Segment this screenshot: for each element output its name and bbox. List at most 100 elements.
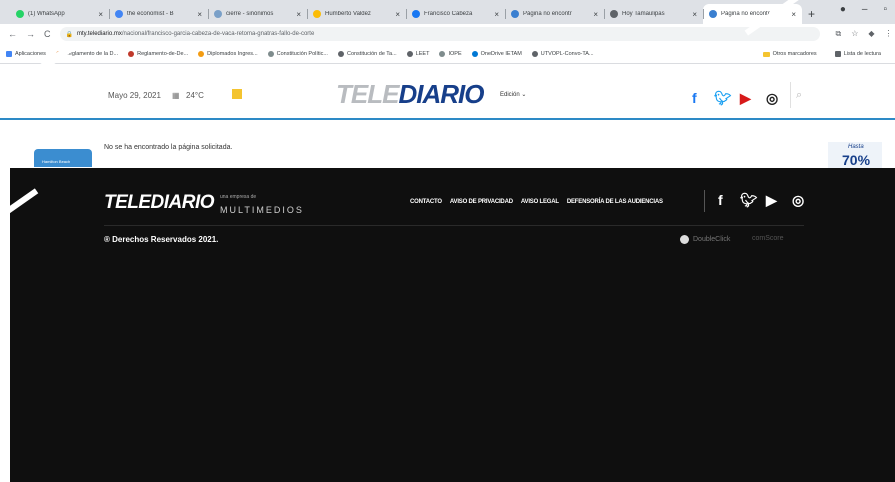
footer-link-legal[interactable]: AVISO LEGAL [521, 199, 559, 205]
close-icon[interactable]: × [395, 10, 400, 19]
calendar-icon: ▦ [172, 91, 180, 100]
bookmark-label: Constitución Polític... [276, 50, 328, 57]
share-icon[interactable]: ⧉ [836, 29, 842, 39]
url-host: mty.telediario.mx [76, 31, 122, 37]
page-content: Hamilton Beach No se ha encontrado la pá… [0, 122, 895, 168]
lock-icon: 🔒 [65, 31, 73, 38]
maximize-button[interactable]: ▫ [883, 4, 887, 15]
close-icon[interactable]: × [197, 10, 202, 19]
tab[interactable]: Francisco Cabeza × [406, 4, 505, 24]
tab-title: Francisco Cabeza [424, 11, 473, 17]
close-icon[interactable]: × [791, 10, 796, 19]
tab[interactable]: Hoy Tamaulipas × [604, 4, 703, 24]
header-divider [790, 82, 791, 108]
facebook-icon[interactable]: f [692, 90, 697, 106]
maps-pin-icon [313, 10, 321, 18]
new-tab-button[interactable]: + [808, 4, 815, 24]
profile-icon[interactable]: ● [840, 4, 846, 15]
chevron-down-icon: ⌄ [521, 92, 527, 98]
bookmark[interactable]: Constitución Polític... [267, 50, 328, 57]
google-icon [115, 10, 123, 18]
footer-tagline: una empresa de [220, 194, 257, 200]
site-footer: TELEDIARIO una empresa de MULTIMEDIOS CO… [10, 168, 895, 482]
close-icon[interactable]: × [98, 10, 103, 19]
instagram-icon[interactable]: ◎ [792, 192, 804, 209]
tab[interactable]: the economist - B × [109, 4, 208, 24]
bookmark[interactable]: IOPE [439, 50, 462, 57]
footer-link-privacidad[interactable]: AVISO DE PRIVACIDAD [450, 199, 513, 205]
toolbar-icons: ⧉ ☆ ◆ ⋮ [836, 29, 893, 39]
bookmark[interactable]: LEET [406, 50, 429, 57]
globe-icon [531, 50, 538, 57]
footer-copyright: ® Derechos Reservados 2021. [104, 235, 219, 244]
reading-list[interactable]: Lista de lectura [834, 51, 881, 57]
close-icon[interactable]: × [296, 10, 301, 19]
tab-title: (1) WhatsApp [28, 11, 65, 17]
not-found-message: No se ha encontrado la página solicitada… [104, 144, 233, 151]
minimize-button[interactable]: – [862, 4, 868, 15]
tab-title: cierre - sinónimos [226, 11, 274, 17]
globe-icon [337, 50, 344, 57]
bookmark-label: UTVOPL-Convo-TA... [540, 50, 594, 57]
tab[interactable]: Página no encontr × [505, 4, 604, 24]
ad-right-hasta: Hasta [848, 144, 864, 150]
bookmark[interactable]: Constitución de Ta... [337, 50, 397, 57]
facebook-icon [412, 10, 420, 18]
star-icon[interactable]: ☆ [851, 29, 858, 39]
bookmark-apps[interactable]: Aplicaciones [6, 50, 46, 57]
bookmark[interactable]: UTVOPL-Convo-TA... [531, 50, 594, 57]
twitter-icon[interactable]: 🐦︎ [714, 90, 732, 107]
extension-icon[interactable]: ◆ [868, 29, 874, 39]
reload-button[interactable]: C [44, 29, 51, 39]
address-bar[interactable]: 🔒 mty.telediario.mx /nacional/francisco-… [59, 27, 820, 41]
tab[interactable]: cierre - sinónimos × [208, 4, 307, 24]
doubleclick-icon [680, 235, 689, 244]
loading-icon [709, 10, 717, 18]
browser-window: (1) WhatsApp × the economist - B × cierre … [0, 0, 895, 482]
bookmark-label: Diplomados Ingres... [207, 50, 258, 57]
site-icon [511, 10, 519, 18]
comscore-badge[interactable]: comScore [752, 235, 784, 242]
ad-banner-right[interactable]: Hasta 70% [828, 142, 882, 168]
tab[interactable]: Humberto Valdez × [307, 4, 406, 24]
footer-logo[interactable]: TELEDIARIO [104, 192, 215, 214]
other-bookmarks[interactable]: Otros marcadores [762, 51, 817, 57]
forward-button[interactable]: → [26, 29, 35, 39]
footer-link-contacto[interactable]: CONTACTO [410, 199, 442, 205]
window-controls: ● – ▫ [840, 4, 887, 15]
reading-list-icon [834, 51, 841, 57]
ad-left-text: Hamilton Beach [42, 159, 71, 164]
header-date: Mayo 29, 2021 [108, 91, 161, 100]
bookmark-label: Otros marcadores [772, 51, 817, 57]
search-icon[interactable]: ⌕ [796, 89, 802, 102]
footer-link-defensoria[interactable]: DEFENSORÍA DE LAS AUDIENCIAS [567, 199, 663, 205]
ad-banner-left[interactable]: Hamilton Beach [34, 149, 92, 167]
youtube-icon[interactable]: ▶ [766, 192, 777, 209]
bookmark-label: OneDrive IETAM [480, 50, 522, 57]
close-icon[interactable]: × [593, 10, 598, 19]
url-path: /nacional/francisco-garcia-cabeza-de-vac… [121, 31, 315, 37]
bookmark[interactable]: Reglamento-de-De... [128, 50, 188, 57]
globe-icon [406, 50, 413, 57]
tab[interactable]: (1) WhatsApp × [10, 4, 109, 24]
site-logo[interactable]: TELE D IARIO [336, 79, 484, 110]
bookmark[interactable]: OneDrive IETAM [471, 50, 522, 57]
footer-multimedios[interactable]: MULTIMEDIOS [220, 205, 304, 215]
close-icon[interactable]: × [692, 10, 697, 19]
close-icon[interactable]: × [494, 10, 499, 19]
menu-icon[interactable]: ⋮ [885, 29, 893, 39]
instagram-icon[interactable]: ◎ [766, 90, 778, 107]
bookmark-label: Constitución de Ta... [346, 50, 397, 57]
site-header: Mayo 29, 2021 ▦ 24°C TELE D IARIO Edición … [0, 64, 895, 120]
bookmarks-right: Otros marcadores Lista de lectura [762, 44, 891, 63]
twitter-icon[interactable]: 🐦︎ [740, 192, 758, 209]
youtube-icon[interactable]: ▶ [740, 90, 751, 107]
doubleclick-label: DoubleClick [693, 236, 731, 243]
edition-dropdown[interactable]: Edición ⌄ [500, 91, 526, 98]
bookmark-label: Reglamento de la D... [64, 50, 119, 57]
bookmark[interactable]: Diplomados Ingres... [198, 50, 258, 57]
back-button[interactable]: ← [8, 29, 17, 39]
doubleclick-badge[interactable]: DoubleClick [680, 235, 730, 244]
wordreference-icon [214, 10, 222, 18]
facebook-icon[interactable]: f [718, 192, 723, 208]
